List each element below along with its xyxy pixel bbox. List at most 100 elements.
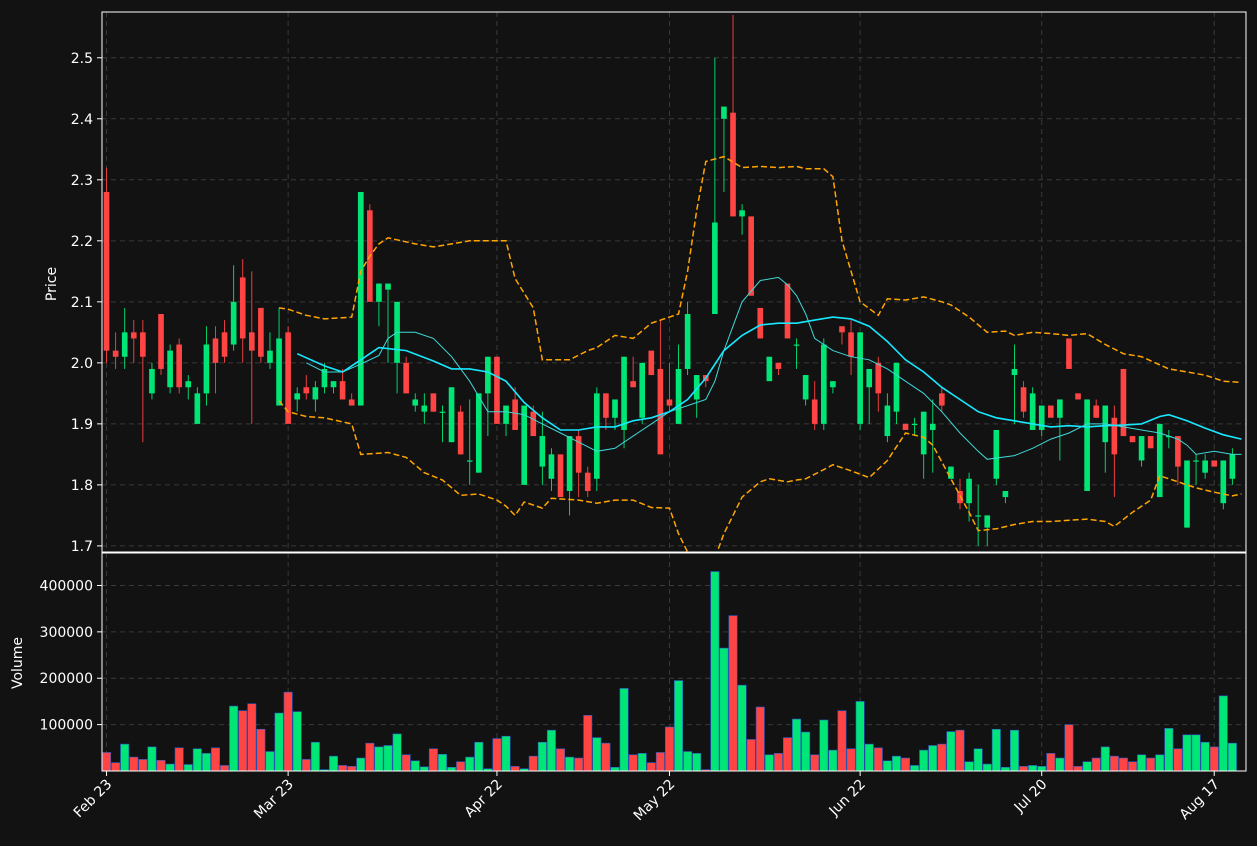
volume-bar [1155, 754, 1165, 771]
candle-body [466, 460, 473, 462]
candle-body [830, 381, 836, 388]
candle-body [158, 314, 164, 369]
volume-bar [710, 571, 720, 771]
candle-body [1156, 423, 1163, 498]
volume-bar [292, 711, 302, 771]
candle-body [1184, 460, 1190, 528]
candle-body [684, 314, 691, 369]
candle-body [140, 332, 146, 357]
volume-bar [147, 746, 157, 771]
volume-bar [1218, 695, 1228, 771]
candle-body [1047, 405, 1054, 418]
candle-body [948, 466, 954, 479]
volume-bar [583, 715, 593, 771]
price-tick-label: 1.9 [71, 417, 93, 433]
price-tick-label: 2.4 [71, 112, 93, 128]
volume-bar [619, 688, 629, 771]
candle-body [730, 112, 736, 217]
volume-bar [474, 741, 484, 771]
volume-bar [447, 766, 457, 771]
candle-body [802, 375, 809, 400]
candle-body [130, 332, 137, 339]
candle-body [412, 399, 419, 406]
volume-bar [537, 741, 547, 771]
volume-bar [982, 763, 992, 771]
volume-tick-label: 100000 [40, 718, 93, 734]
volume-bar [1209, 746, 1219, 771]
volume-bar [329, 755, 339, 771]
candle-body [775, 362, 782, 369]
candle-body [276, 338, 282, 406]
candle-body [267, 350, 273, 363]
candle-body [857, 332, 863, 424]
candle-body [1229, 454, 1236, 479]
volume-bar [882, 760, 892, 771]
candle-body [648, 350, 655, 376]
volume-bar [891, 755, 901, 771]
candle-body [348, 399, 355, 406]
volume-bar [437, 754, 447, 771]
volume-bar [247, 703, 257, 771]
candle-body [1147, 436, 1154, 449]
volume-bar [855, 701, 865, 771]
volume-bar [1037, 766, 1047, 771]
volume-bar [165, 763, 175, 771]
volume-bar [1109, 755, 1119, 771]
volume-bar [783, 737, 792, 771]
candle-body [811, 399, 818, 424]
candle-body [639, 362, 646, 418]
candle-body [212, 338, 219, 363]
candle-body [167, 350, 173, 388]
candle-body [675, 368, 682, 424]
volume-bar [410, 760, 420, 771]
volume-bar [365, 742, 375, 771]
volume-bar [973, 748, 983, 771]
volume-bar [764, 754, 774, 771]
candle-body [884, 405, 891, 437]
volume-bar [1055, 757, 1065, 771]
candle-body [594, 393, 600, 479]
volume-bar [338, 765, 348, 771]
volume-bar [1200, 741, 1210, 771]
volume-tick-label: 200000 [40, 671, 93, 687]
candle-body [376, 283, 382, 302]
candle-body [1011, 368, 1018, 376]
candle-body [176, 344, 182, 388]
volume-bar [1137, 754, 1147, 771]
volume-bar [1073, 766, 1083, 771]
candle-body [566, 436, 573, 491]
volume-bar [864, 743, 874, 771]
candle-body [1193, 460, 1199, 462]
candle-body [1120, 368, 1127, 437]
volume-bar [1191, 734, 1201, 771]
volume-bar [964, 761, 974, 771]
volume-bar [755, 706, 765, 771]
candle-body [312, 387, 319, 400]
candle-body [757, 307, 764, 339]
candle-body [1020, 387, 1027, 412]
candle-body [920, 411, 927, 455]
volume-bar [746, 739, 756, 771]
volume-bar [129, 756, 139, 771]
chart-canvas: 1.7 1.8 1.9 2.0 2.1 2.2 2.3 2.4 2.5 100000 200000 3… [0, 0, 1257, 842]
volume-bar [565, 756, 575, 771]
volume-bar [692, 753, 702, 771]
volume-bar [283, 691, 293, 771]
volume-bar [183, 764, 193, 771]
candle-body [303, 387, 310, 394]
volume-bar [374, 746, 384, 771]
volume-bar [556, 748, 565, 771]
volume-bar [955, 729, 965, 771]
candle-body [1129, 436, 1136, 443]
volume-bar [229, 705, 239, 771]
volume-bar [1182, 734, 1192, 771]
volume-bar [274, 712, 284, 771]
candle-body [866, 368, 873, 388]
candle-body [448, 387, 455, 443]
candle-body [1220, 460, 1227, 504]
candle-body [521, 405, 528, 485]
candle-body [939, 393, 945, 406]
candle-body [739, 210, 745, 217]
candle-body [503, 405, 509, 424]
volume-bar [1064, 724, 1074, 771]
